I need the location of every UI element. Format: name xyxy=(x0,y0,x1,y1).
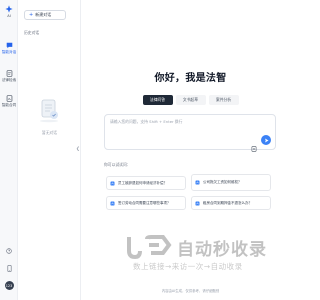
watermark: 自动秒收录 数上链接→来访一次→自动收录 xyxy=(125,235,295,275)
example-text: 签订劳动合同需要注意哪些事项？ xyxy=(118,200,171,205)
watermark-slogan: 数上链接→来访一次→自动收录 xyxy=(133,262,243,271)
mode-tab-case-analysis[interactable]: 案件分析 xyxy=(208,95,239,105)
question-icon xyxy=(195,201,200,205)
new-chat-button[interactable]: + 新建对话 xyxy=(24,10,66,20)
nav-contract[interactable]: 智能合同 xyxy=(0,95,18,108)
attachment-icon xyxy=(251,146,257,152)
conversation-sidebar: + 新建对话 历史对话 暂无对话 xyxy=(18,0,81,300)
question-input[interactable] xyxy=(110,119,260,129)
example-card[interactable]: 员工被辞退如何申请经济补偿？ xyxy=(106,176,186,190)
question-icon xyxy=(110,201,115,205)
example-text: 公司拖欠工资如何维权？ xyxy=(203,180,242,185)
contract-icon xyxy=(6,95,12,102)
examples-title: 你可以试试问： xyxy=(104,162,131,167)
avatar: 123 xyxy=(4,281,14,290)
user-avatar[interactable]: 123 xyxy=(0,281,18,290)
nav-ai-label: AI xyxy=(7,14,11,18)
nav-chat-label: 智能对话 xyxy=(1,50,17,54)
greeting-title: 你好，我是法智 xyxy=(154,73,227,84)
example-text: 租房合同到期押金不退怎么办？ xyxy=(203,200,252,205)
mode-tab-legal-qa[interactable]: 法律问答 xyxy=(142,95,173,105)
law-search-icon xyxy=(6,70,12,77)
chat-icon xyxy=(6,42,12,49)
nav-ai[interactable]: AI xyxy=(0,5,18,18)
nav-law-search-label: 法律检索 xyxy=(1,78,17,82)
disclaimer-footer: 内容由AI生成，仅供参考，请仔细甄别 xyxy=(161,289,220,293)
icon-rail: AI 智能对话 法律检索 智能合同 123 xyxy=(0,0,18,300)
mode-tabs: 法律问答 文书起草 案件分析 xyxy=(81,95,300,105)
empty-document-icon xyxy=(40,99,58,123)
nav-contract-label: 智能合同 xyxy=(1,103,17,107)
ai-icon xyxy=(5,5,13,13)
question-icon xyxy=(195,180,200,185)
empty-state-illustration xyxy=(37,97,61,127)
example-card[interactable]: 租房合同到期押金不退怎么办？ xyxy=(191,196,271,210)
empty-state-text: 暂无对话 xyxy=(41,130,58,135)
history-heading: 历史对话 xyxy=(24,30,40,35)
example-card[interactable]: 公司拖欠工资如何维权？ xyxy=(191,174,271,191)
help-button[interactable] xyxy=(0,248,18,254)
example-text: 员工被辞退如何申请经济补偿？ xyxy=(118,180,167,185)
nav-chat[interactable]: 智能对话 xyxy=(0,42,18,55)
send-button[interactable] xyxy=(261,135,271,145)
nav-law-search[interactable]: 法律检索 xyxy=(0,70,18,83)
help-icon xyxy=(6,248,12,254)
phone-icon xyxy=(7,265,11,272)
example-card[interactable]: 签订劳动合同需要注意哪些事项？ xyxy=(106,196,186,210)
watermark-logo-icon xyxy=(127,235,172,259)
collapse-sidebar-button[interactable]: ❮ xyxy=(76,147,80,152)
question-input-box xyxy=(104,114,276,152)
plus-icon: + xyxy=(29,11,34,18)
watermark-title: 自动秒收录 xyxy=(177,240,267,260)
send-arrow-icon xyxy=(264,138,268,142)
mode-tab-drafting[interactable]: 文书起草 xyxy=(175,95,206,105)
attach-button[interactable] xyxy=(251,137,257,156)
question-icon xyxy=(110,181,115,185)
new-chat-label: 新建对话 xyxy=(35,12,52,17)
mobile-button[interactable] xyxy=(0,265,18,272)
